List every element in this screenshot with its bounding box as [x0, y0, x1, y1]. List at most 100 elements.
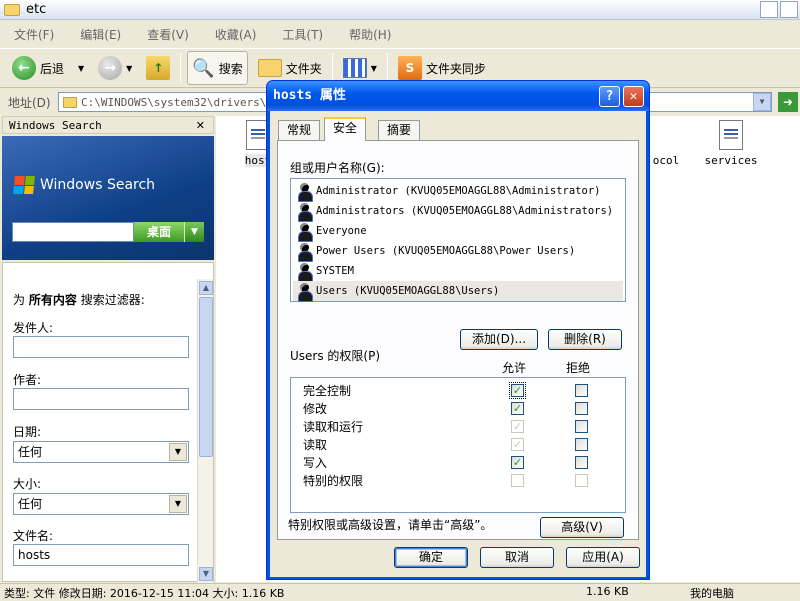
- date-value: 任何: [18, 445, 43, 459]
- menu-edit[interactable]: 编辑(E): [80, 26, 121, 43]
- back-label: 后退: [40, 61, 65, 76]
- user-name: Everyone: [316, 225, 367, 237]
- file-item[interactable]: services: [704, 120, 758, 167]
- minimize-button[interactable]: [760, 1, 778, 18]
- tab-security[interactable]: 安全: [324, 117, 367, 141]
- forward-button[interactable]: → ▼: [94, 51, 136, 85]
- apply-button[interactable]: 应用(A): [566, 547, 640, 568]
- filename-label: 文件名:: [13, 529, 54, 543]
- toolbar-separator: [331, 53, 333, 83]
- users-list[interactable]: Administrator (KVUQ05EMOAGGL88\Administr…: [290, 178, 626, 302]
- menu-help[interactable]: 帮助(H): [349, 26, 391, 43]
- list-item[interactable]: Power Users (KVUQ05EMOAGGL88\Power Users…: [293, 241, 623, 262]
- user-name: Users (KVUQ05EMOAGGL88\Users): [316, 285, 500, 297]
- advanced-button[interactable]: 高级(V): [540, 517, 624, 538]
- close-icon[interactable]: ✕: [196, 117, 205, 135]
- permission-name: 特别的权限: [303, 474, 364, 488]
- menu-favorites[interactable]: 收藏(A): [215, 26, 257, 43]
- ok-button[interactable]: 确定: [394, 547, 468, 568]
- filter-suffix: 搜索过滤器:: [80, 293, 145, 307]
- size-select[interactable]: 任何 ▼: [13, 493, 189, 515]
- users-label: 组或用户名称(G):: [290, 161, 385, 175]
- menu-tools[interactable]: 工具(T): [282, 26, 323, 43]
- address-path: C:\WINDOWS\system32\drivers\etc: [81, 95, 287, 109]
- user-name: Power Users (KVUQ05EMOAGGL88\Power Users…: [316, 245, 576, 257]
- user-name: SYSTEM: [316, 265, 354, 277]
- status-info: 类型: 文件 修改日期: 2016-12-15 11:04 大小: 1.16 K…: [4, 587, 285, 600]
- user-name: Administrator (KVUQ05EMOAGGL88\Administr…: [316, 185, 601, 197]
- sender-field[interactable]: [13, 336, 189, 358]
- cancel-button[interactable]: 取消: [480, 547, 554, 568]
- up-folder-button[interactable]: ↑: [142, 51, 174, 85]
- back-button[interactable]: ← 后退 ▼: [8, 51, 88, 85]
- dialog-title-bar[interactable]: hosts 属性 ? ✕: [267, 81, 649, 111]
- deny-checkbox[interactable]: [575, 402, 588, 415]
- file-name: services: [704, 154, 758, 167]
- file-icon: [719, 120, 743, 150]
- panel-scrollbar[interactable]: ▲ ▼: [197, 279, 213, 583]
- allow-checkbox: [511, 474, 524, 487]
- user-icon: [297, 182, 313, 202]
- deny-checkbox[interactable]: [575, 456, 588, 469]
- remove-button[interactable]: 删除(R): [548, 329, 622, 350]
- scroll-thumb[interactable]: [199, 297, 213, 457]
- toolbar-separator: [386, 53, 388, 83]
- add-button[interactable]: 添加(D)...: [460, 329, 538, 350]
- allow-checkbox[interactable]: ✓: [511, 402, 524, 415]
- back-dropdown-icon[interactable]: ▼: [78, 64, 84, 73]
- search-scope-dropdown-icon[interactable]: ▼: [184, 222, 204, 242]
- magnifier-icon: 🔍: [192, 57, 215, 79]
- permissions-list: 完全控制 ✓ 修改 ✓ 读取和运行 ✓ 读取 ✓ 写入 ✓ 特别的权限: [290, 377, 626, 513]
- go-button[interactable]: ➜: [778, 92, 798, 112]
- forward-dropdown-icon[interactable]: ▼: [126, 64, 132, 73]
- search-button[interactable]: 🔍 搜索: [187, 51, 248, 85]
- windows-flag-icon: [13, 176, 35, 194]
- close-icon[interactable]: ✕: [623, 86, 644, 107]
- permission-row: 完全控制 ✓: [303, 382, 623, 400]
- views-dropdown-icon[interactable]: ▼: [371, 64, 377, 73]
- sync-icon: S: [397, 56, 422, 80]
- allow-checkbox[interactable]: ✓: [509, 382, 526, 399]
- list-item[interactable]: Administrators (KVUQ05EMOAGGL88\Administ…: [293, 201, 623, 222]
- chevron-down-icon[interactable]: ▼: [169, 443, 187, 461]
- desktop-search-input[interactable]: [12, 222, 134, 242]
- list-item[interactable]: Everyone: [293, 221, 623, 242]
- scroll-down-icon[interactable]: ▼: [199, 567, 213, 581]
- up-folder-icon: ↑: [146, 56, 171, 80]
- scroll-up-icon[interactable]: ▲: [199, 281, 213, 295]
- search-filter-panel: 为 所有内容 搜索过滤器: 发件人: 作者: 日期: 任何 ▼ 大小: 任何 ▼…: [2, 262, 214, 583]
- file-item[interactable]: ocol: [646, 120, 686, 167]
- go-arrow-icon: ➜: [782, 95, 794, 109]
- chevron-down-icon[interactable]: ▼: [169, 495, 187, 513]
- filename-field[interactable]: hosts: [13, 544, 189, 566]
- deny-checkbox[interactable]: [575, 420, 588, 433]
- list-item[interactable]: Administrator (KVUQ05EMOAGGL88\Administr…: [293, 181, 623, 202]
- help-icon[interactable]: ?: [599, 86, 620, 107]
- permission-row: 写入 ✓: [303, 454, 623, 472]
- views-icon: [342, 58, 367, 78]
- folders-label: 文件夹: [285, 61, 322, 76]
- permission-name: 写入: [303, 456, 328, 470]
- list-item-selected[interactable]: Users (KVUQ05EMOAGGL88\Users): [293, 281, 623, 302]
- author-field[interactable]: [13, 388, 189, 410]
- deny-header: 拒绝: [566, 361, 591, 375]
- deny-checkbox[interactable]: [575, 438, 588, 451]
- maximize-button[interactable]: [780, 1, 798, 18]
- deny-checkbox[interactable]: [575, 384, 588, 397]
- permissions-label: Users 的权限(P): [290, 349, 381, 363]
- tab-general[interactable]: 常规: [278, 120, 321, 140]
- address-dropdown-icon[interactable]: ▼: [753, 93, 771, 111]
- permission-name: 读取: [303, 438, 328, 452]
- menu-file[interactable]: 文件(F): [14, 26, 54, 43]
- list-item[interactable]: SYSTEM: [293, 261, 623, 282]
- user-group-icon: [297, 242, 313, 262]
- desktop-search-button[interactable]: 桌面: [134, 222, 184, 242]
- allow-checkbox[interactable]: ✓: [511, 456, 524, 469]
- permission-name: 完全控制: [303, 384, 352, 398]
- menu-view[interactable]: 查看(V): [147, 26, 189, 43]
- permission-row: 特别的权限: [303, 472, 623, 490]
- date-select[interactable]: 任何 ▼: [13, 441, 189, 463]
- allow-header: 允许: [502, 361, 527, 375]
- search-panel-header: Windows Search ✕: [2, 116, 214, 134]
- tab-summary[interactable]: 摘要: [378, 120, 421, 140]
